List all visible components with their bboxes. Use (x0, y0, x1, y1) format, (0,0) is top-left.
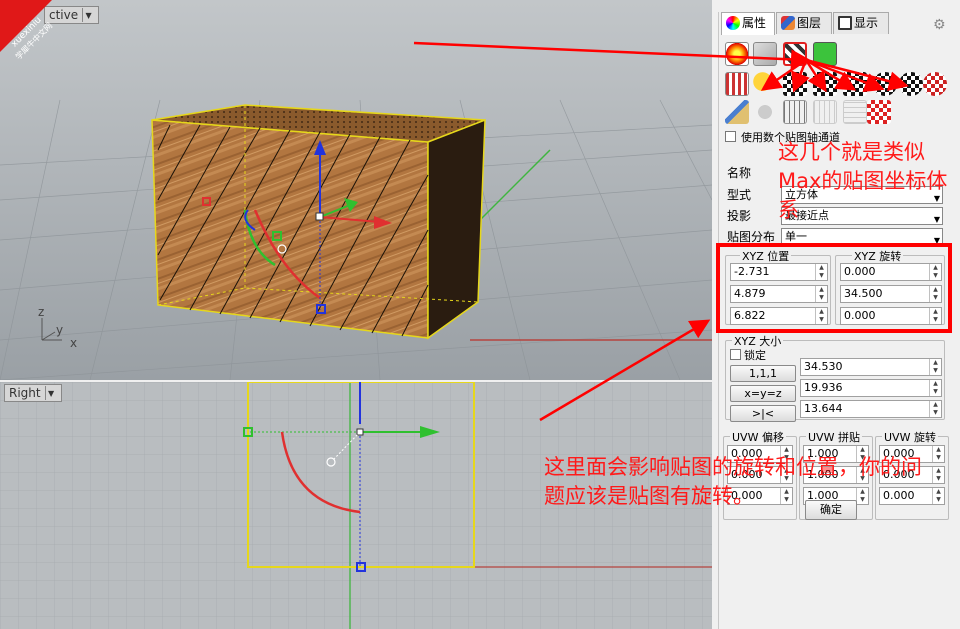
viewport-menu-arrow-icon[interactable]: ▼ (82, 8, 94, 22)
surface-mapping-icon[interactable] (899, 72, 923, 96)
pen-tool-icon[interactable] (753, 42, 777, 66)
highlight-box (716, 243, 952, 333)
projection-label: 投影 (727, 209, 752, 223)
watermark-logo: xuexiniu 学犀牛中文网 (0, 0, 66, 66)
uvw-offset-title: UVW 偏移 (730, 429, 786, 445)
xyz-size-group: XYZ 大小 锁定 1,1,1 x=y=z >|< 34.530 ▲ ▼ 19.93… (725, 333, 945, 422)
use-mapping-channels-checkbox[interactable] (725, 131, 736, 142)
monitor-icon (838, 16, 852, 30)
texture-mapping-icon[interactable] (783, 42, 807, 66)
green-square-icon[interactable] (813, 42, 837, 66)
color-wheel-icon (726, 16, 740, 30)
annotation-top: 这几个就是类似Max的贴图坐标体系 (778, 140, 948, 222)
axis-z-label: z (38, 305, 44, 319)
layers-icon (781, 16, 795, 30)
right-viewport-label: Right (9, 386, 41, 400)
reset-size-button[interactable]: 1,1,1 (730, 365, 796, 382)
lock-label: 锁定 (744, 349, 766, 362)
checker-texture-icon[interactable] (867, 100, 891, 124)
tab-layers[interactable]: 图层 (776, 12, 832, 34)
ungroup-disabled-icon[interactable] (843, 100, 867, 124)
annotation-bottom: 这里面会影响贴图的旋转和位置，你的问题应该是贴图有旋转。 (544, 455, 922, 508)
box-mapping-icon[interactable] (813, 72, 837, 96)
right-viewport-title[interactable]: Right ▼ (4, 384, 62, 402)
watermark-badge-icon: xuexiniu 学犀牛中文网 (0, 0, 54, 61)
axis-y-label: y (56, 323, 63, 337)
uniform-size-button[interactable]: x=y=z (730, 385, 796, 402)
uvw-repeat-title: UVW 拼贴 (806, 429, 862, 445)
unwrap-disabled-icon[interactable] (813, 100, 837, 124)
shape-icon[interactable] (753, 100, 777, 124)
fit-size-button[interactable]: >|< (730, 405, 796, 422)
viewport-menu-arrow-icon[interactable]: ▼ (44, 386, 57, 400)
size-z-input[interactable]: 13.644 ▲ ▼ (800, 400, 942, 418)
axis-x-label: x (70, 336, 77, 350)
size-x-input[interactable]: 34.530 ▲ ▼ (800, 358, 942, 376)
panel-tabs: 属性 图层 显示 ⚙ (719, 12, 953, 35)
brush-icon[interactable] (725, 100, 749, 124)
name-label: 名称 (727, 166, 752, 180)
tab-properties[interactable]: 属性 (721, 12, 775, 35)
cylinder-mapping-icon[interactable] (843, 72, 867, 96)
planar-mapping-icon[interactable] (783, 72, 807, 96)
tab-display[interactable]: 显示 (833, 12, 889, 34)
perspective-viewport[interactable]: z y x ctive ▼ (0, 0, 712, 380)
mapping-widget-icon[interactable] (725, 72, 749, 96)
type-label: 型式 (727, 188, 752, 202)
unwrap-icon[interactable] (783, 100, 807, 124)
uvw-rotation-title: UVW 旋转 (882, 429, 938, 445)
rubber-duck-icon[interactable] (753, 72, 777, 96)
lock-checkbox[interactable] (730, 349, 741, 360)
size-y-input[interactable]: 19.936 ▲ ▼ (800, 379, 942, 397)
remove-mapping-icon[interactable] (923, 72, 947, 96)
material-color-icon[interactable] (725, 42, 749, 66)
gear-icon[interactable]: ⚙ (933, 18, 947, 32)
sphere-mapping-icon[interactable] (873, 72, 897, 96)
perspective-scene: z y x (0, 0, 712, 380)
